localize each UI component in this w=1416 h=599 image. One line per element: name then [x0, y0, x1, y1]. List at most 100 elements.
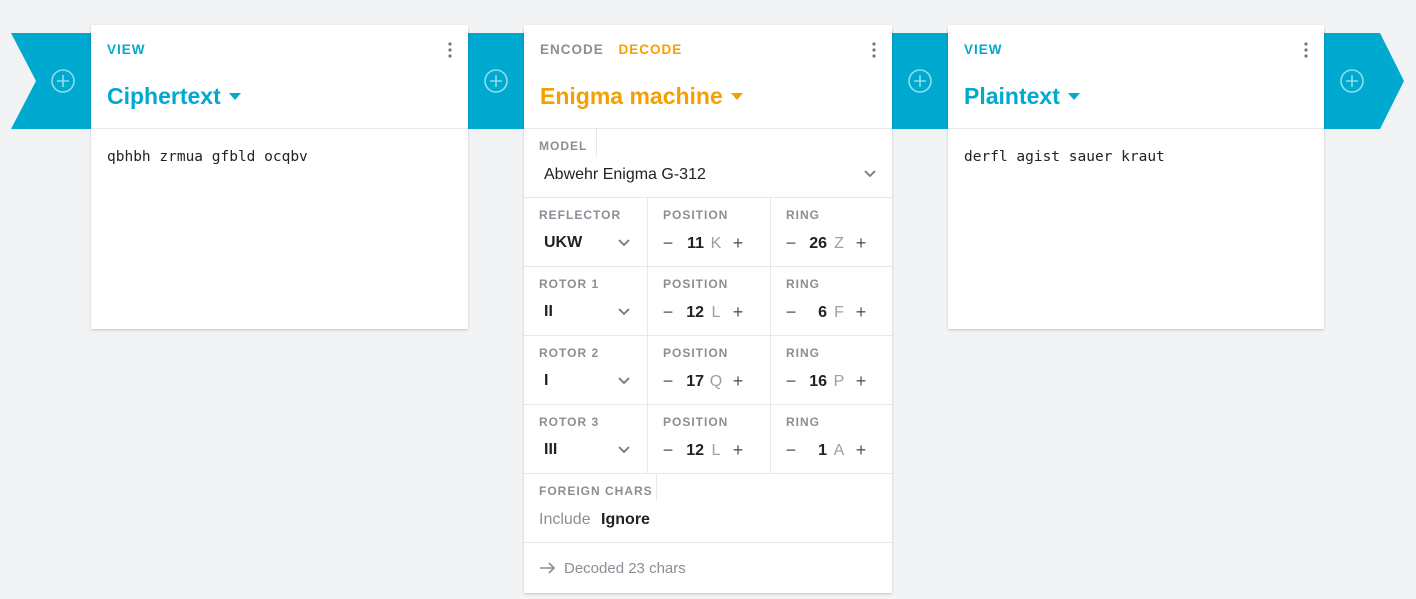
decrement-button[interactable]: − — [781, 440, 801, 461]
ring-letter: Z — [834, 234, 844, 252]
card-title-dropdown[interactable]: Enigma machine — [540, 83, 743, 110]
chevron-down-icon — [618, 239, 630, 247]
tab-view[interactable]: VIEW — [964, 42, 1003, 57]
ring-cell: RING − 6 F + — [770, 267, 892, 335]
rotor-select-cell[interactable]: ROTOR 1 II — [524, 267, 647, 335]
status-bar: Decoded 23 chars — [524, 543, 892, 593]
model-label: MODEL — [539, 139, 588, 153]
ring-letter: P — [833, 372, 845, 390]
rotor-select[interactable]: III — [544, 441, 557, 459]
decrement-button[interactable]: − — [781, 371, 801, 392]
decrement-button[interactable]: − — [658, 233, 678, 254]
increment-button[interactable]: + — [851, 440, 871, 461]
card-title: Enigma machine — [540, 83, 723, 109]
ring-cell: RING − 26 Z + — [770, 198, 892, 266]
more-vert-icon[interactable] — [1300, 40, 1312, 60]
rotor-select-cell[interactable]: REFLECTOR UKW — [524, 198, 647, 266]
chevron-down-icon — [618, 377, 630, 385]
chevron-down-icon — [618, 446, 630, 454]
increment-button[interactable]: + — [728, 440, 748, 461]
position-cell: POSITION − 12 L + — [647, 405, 770, 473]
decrement-button[interactable]: − — [658, 371, 678, 392]
rotor-name-label: REFLECTOR — [539, 208, 622, 222]
position-value: 12 — [686, 303, 704, 321]
caret-down-icon — [730, 93, 743, 100]
position-letter: K — [710, 234, 722, 252]
model-row[interactable]: MODEL Abwehr Enigma G-312 — [524, 129, 892, 198]
add-circle-icon[interactable] — [50, 68, 76, 94]
card-header: ENCODE DECODE Enigma machine — [524, 25, 892, 129]
rotor-name-label: ROTOR 2 — [539, 346, 600, 360]
position-value: 12 — [686, 441, 704, 459]
position-cell: POSITION − 11 K + — [647, 198, 770, 266]
model-select[interactable]: Abwehr Enigma G-312 — [544, 166, 706, 184]
caret-down-icon — [228, 93, 241, 100]
position-letter: L — [711, 441, 721, 459]
decrement-button[interactable]: − — [658, 302, 678, 323]
rotor-row: ROTOR 1 II POSITION − 12 L + RING − 6 F — [524, 267, 892, 336]
rotor-select[interactable]: II — [544, 303, 553, 321]
position-value: 17 — [686, 372, 704, 390]
decrement-button[interactable]: − — [781, 233, 801, 254]
add-circle-icon[interactable] — [1339, 68, 1365, 94]
chevron-down-icon — [618, 308, 630, 316]
ciphertext-input[interactable]: qbhbh zrmua gfbld ocqbv — [91, 129, 468, 185]
arrow-right-icon — [540, 562, 556, 574]
rotor-select-cell[interactable]: ROTOR 3 III — [524, 405, 647, 473]
ring-label: RING — [786, 277, 820, 291]
ring-label: RING — [786, 346, 820, 360]
card-title: Ciphertext — [107, 83, 221, 109]
card-header: VIEW Ciphertext — [91, 25, 468, 129]
increment-button[interactable]: + — [728, 233, 748, 254]
position-letter: Q — [709, 372, 723, 390]
position-label: POSITION — [663, 208, 729, 222]
position-letter: L — [711, 303, 721, 321]
decrement-button[interactable]: − — [658, 440, 678, 461]
status-text: Decoded 23 chars — [564, 559, 686, 577]
more-vert-icon[interactable] — [868, 40, 880, 60]
chevron-down-icon — [864, 170, 876, 178]
tab-view[interactable]: VIEW — [107, 42, 146, 57]
caret-down-icon — [1067, 93, 1080, 100]
increment-button[interactable]: + — [851, 233, 871, 254]
rotor-rows: REFLECTOR UKW POSITION − 11 K + RING − 2… — [524, 198, 892, 474]
rotor-select[interactable]: UKW — [544, 234, 582, 252]
rotor-select[interactable]: I — [544, 372, 548, 390]
ring-value: 6 — [818, 303, 827, 321]
more-vert-icon[interactable] — [444, 40, 456, 60]
ring-label: RING — [786, 415, 820, 429]
rotor-name-label: ROTOR 3 — [539, 415, 600, 429]
option-ignore[interactable]: Ignore — [601, 511, 650, 528]
rotor-row: ROTOR 2 I POSITION − 17 Q + RING − 16 P — [524, 336, 892, 405]
increment-button[interactable]: + — [851, 302, 871, 323]
add-circle-icon[interactable] — [907, 68, 933, 94]
increment-button[interactable]: + — [728, 371, 748, 392]
ring-cell: RING − 16 P + — [770, 336, 892, 404]
position-label: POSITION — [663, 277, 729, 291]
position-label: POSITION — [663, 346, 729, 360]
rotor-name-label: ROTOR 1 — [539, 277, 600, 291]
ring-label: RING — [786, 208, 820, 222]
position-cell: POSITION − 17 Q + — [647, 336, 770, 404]
tab-encode[interactable]: ENCODE — [540, 42, 604, 57]
ring-cell: RING − 1 A + — [770, 405, 892, 473]
card-header: VIEW Plaintext — [948, 25, 1324, 129]
increment-button[interactable]: + — [728, 302, 748, 323]
increment-button[interactable]: + — [851, 371, 871, 392]
ciphertext-card: VIEW Ciphertext qbhbh zrmua gfbld ocqbv — [91, 25, 468, 329]
plaintext-output[interactable]: derfl agist sauer kraut — [948, 129, 1324, 185]
tab-decode[interactable]: DECODE — [619, 42, 683, 57]
foreign-chars-label: FOREIGN CHARS — [539, 484, 653, 498]
ring-value: 16 — [809, 372, 827, 390]
card-title: Plaintext — [964, 83, 1060, 109]
rotor-select-cell[interactable]: ROTOR 2 I — [524, 336, 647, 404]
ring-letter: A — [833, 441, 845, 459]
card-title-dropdown[interactable]: Ciphertext — [107, 83, 241, 110]
foreign-chars-row: FOREIGN CHARS Include Ignore — [524, 474, 892, 543]
position-value: 11 — [687, 234, 704, 252]
card-title-dropdown[interactable]: Plaintext — [964, 83, 1080, 110]
ring-value: 26 — [809, 234, 827, 252]
option-include[interactable]: Include — [539, 511, 591, 528]
add-circle-icon[interactable] — [483, 68, 509, 94]
decrement-button[interactable]: − — [781, 302, 801, 323]
